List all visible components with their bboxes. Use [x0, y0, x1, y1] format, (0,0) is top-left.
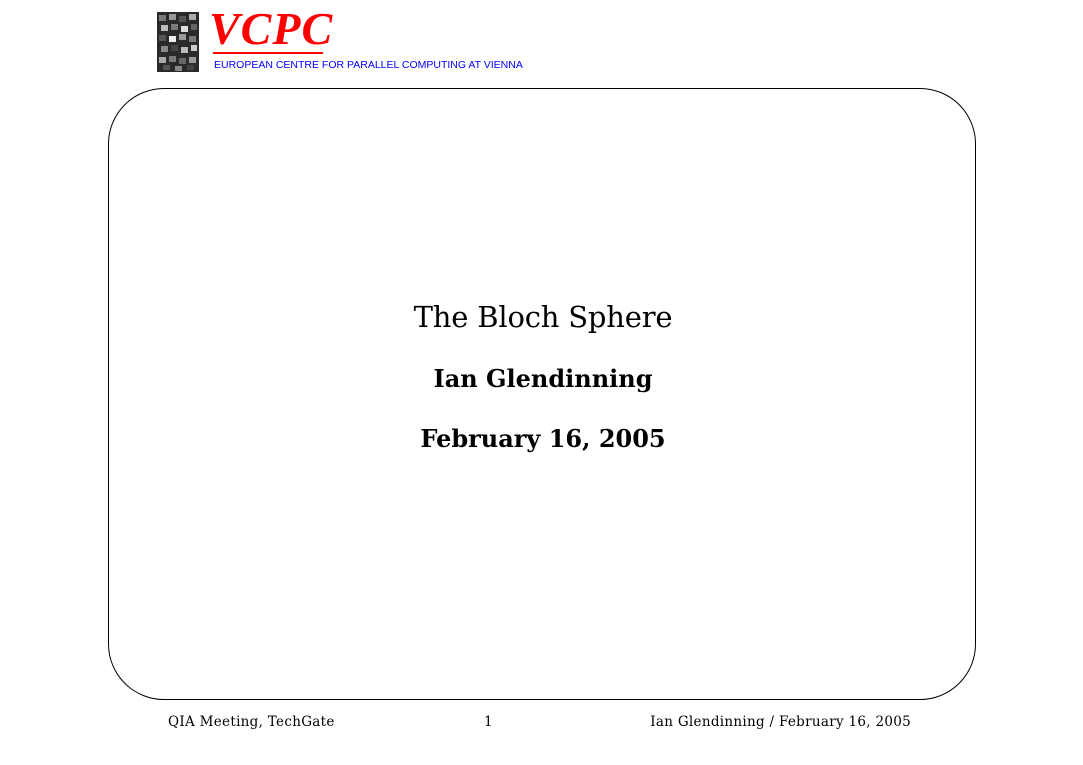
logo-underline — [213, 52, 323, 54]
slide-date: February 16, 2005 — [420, 423, 666, 453]
slide-content: The Bloch Sphere Ian Glendinning Februar… — [108, 300, 978, 453]
vcpc-logo: VCPC EUROPEAN CENTRE FOR PARALLEL COMPUT… — [157, 6, 577, 74]
slide-author: Ian Glendinning — [433, 363, 653, 393]
logo-subtitle: EUROPEAN CENTRE FOR PARALLEL COMPUTING A… — [214, 59, 523, 71]
chip-grid-logo-image — [157, 12, 199, 72]
footer-author-date: Ian Glendinning / February 16, 2005 — [650, 714, 911, 730]
slide-title: The Bloch Sphere — [413, 300, 673, 334]
footer-page-number: 1 — [484, 714, 493, 730]
footer-event: QIA Meeting, TechGate — [168, 714, 335, 730]
slide-footer: QIA Meeting, TechGate 1 Ian Glendinning … — [0, 714, 1083, 734]
logo-title: VCPC — [209, 3, 334, 54]
